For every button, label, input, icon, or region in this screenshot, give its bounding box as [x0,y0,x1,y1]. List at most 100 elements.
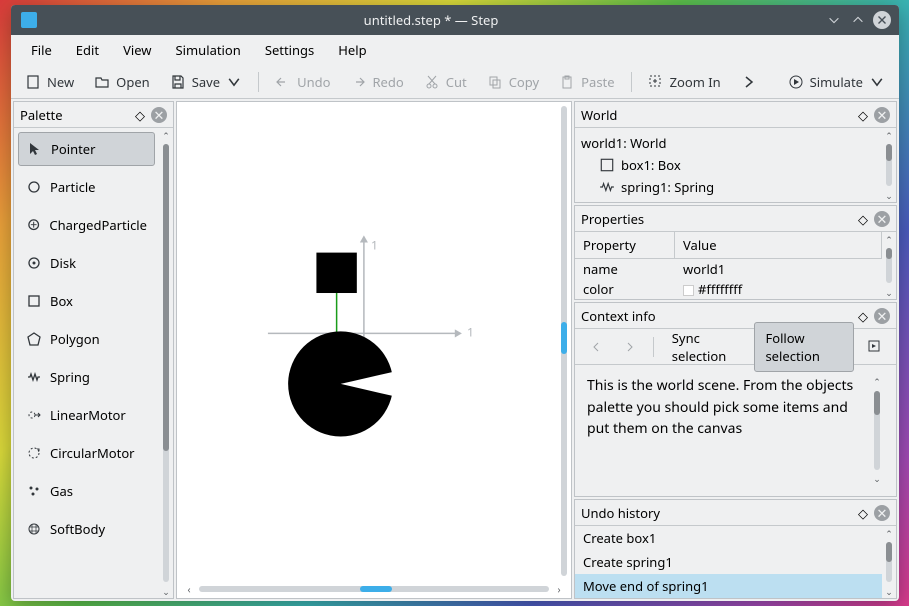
float-icon[interactable]: ◇ [855,211,871,227]
palette-item-disk[interactable]: Disk [18,246,155,280]
simulate-button[interactable]: Simulate [780,69,893,95]
close-icon[interactable]: ✕ [874,211,890,227]
save-button[interactable]: Save [162,69,250,95]
palette-item-polygon[interactable]: Polygon [18,322,155,356]
maximize-button[interactable] [849,11,867,29]
object-box1[interactable] [316,253,356,293]
scroll-up-icon[interactable]: ⌃ [882,526,896,540]
circular-motor-icon [26,445,42,461]
scroll-down-icon[interactable]: ⌄ [159,584,173,598]
save-label: Save [192,73,220,91]
menu-view[interactable]: View [111,36,163,64]
paste-icon [559,74,575,90]
paste-label: Paste [581,73,614,91]
toolbar-overflow-button[interactable] [733,70,765,94]
undo-title: Undo history [581,504,852,522]
titlebar[interactable]: untitled.step * — Step [11,5,899,35]
palette-item-spring[interactable]: Spring [18,360,155,394]
cut-button[interactable]: Cut [416,69,475,95]
scroll-down-icon[interactable]: ⌄ [882,285,896,299]
palette-item-box[interactable]: Box [18,284,155,318]
chevron-down-icon[interactable] [869,74,885,90]
context-scrollbar[interactable]: ⌃ ⌄ [870,375,884,486]
new-icon [25,74,41,90]
new-button[interactable]: New [17,69,82,95]
close-icon[interactable]: ✕ [874,505,890,521]
close-icon[interactable]: ✕ [151,107,167,123]
scroll-left-icon[interactable]: ‹ [183,582,195,596]
copy-button[interactable]: Copy [479,69,547,95]
zoom-in-icon [648,74,664,90]
close-icon[interactable]: ✕ [874,308,890,324]
undo-scrollbar[interactable]: ⌃ ⌄ [882,526,896,598]
menu-simulation[interactable]: Simulation [164,36,253,64]
palette-item-soft-body[interactable]: SoftBody [18,512,155,546]
scroll-up-icon[interactable]: ⌃ [882,232,896,246]
property-row[interactable]: name world1 [575,259,882,279]
zoom-in-button[interactable]: Zoom In [640,69,729,95]
disk-icon [26,255,42,271]
palette-item-pointer[interactable]: Pointer [18,132,155,166]
sync-selection-button[interactable]: Sync selection [662,323,751,371]
object-disk[interactable] [288,331,394,436]
context-toolbar: Sync selection Follow selection [575,329,896,365]
scroll-down-icon[interactable]: ⌄ [882,188,896,202]
tree-item-spring1[interactable]: spring1: Spring [581,176,876,198]
chevron-down-icon[interactable] [226,74,242,90]
palette-item-linear-motor[interactable]: LinearMotor [18,398,155,432]
float-icon[interactable]: ◇ [855,505,871,521]
palette-label: SoftBody [50,520,105,538]
tree-item-world[interactable]: world1: World [581,132,876,154]
world-scrollbar[interactable]: ⌃ ⌄ [882,128,896,202]
undo-header: Undo history ◇ ✕ [575,500,896,526]
open-button[interactable]: Open [86,69,158,95]
main-toolbar: New Open Save Undo Redo Cut Copy [11,65,899,99]
float-icon[interactable]: ◇ [855,107,871,123]
scroll-down-icon[interactable]: ⌄ [882,584,896,598]
properties-scrollbar[interactable]: ⌃ ⌄ [882,232,896,299]
canvas-v-scrollbar[interactable] [561,106,569,576]
zoom-in-label: Zoom In [670,73,721,91]
play-icon [788,74,804,90]
redo-button[interactable]: Redo [342,69,411,95]
scroll-up-icon[interactable]: ⌃ [870,375,884,389]
canvas-h-scrollbar[interactable]: ‹ › [177,580,571,598]
undo-item[interactable]: Move end of spring1 [575,574,882,598]
minimize-button[interactable] [825,11,843,29]
float-icon[interactable]: ◇ [855,308,871,324]
back-button[interactable] [581,332,611,362]
undo-icon [275,74,291,90]
paste-button[interactable]: Paste [551,69,622,95]
palette-label: CircularMotor [50,444,135,462]
axis-x-label: 1 [467,323,474,340]
palette-scrollbar[interactable]: ⌃ ⌄ [159,128,173,598]
forward-button[interactable] [615,332,645,362]
undo-button[interactable]: Undo [267,69,338,95]
menu-settings[interactable]: Settings [253,36,326,64]
scroll-up-icon[interactable]: ⌃ [882,128,896,142]
scroll-down-icon[interactable]: ⌄ [870,472,884,486]
property-row[interactable]: color #ffffffff [575,279,882,299]
close-icon[interactable]: ✕ [874,107,890,123]
follow-selection-button[interactable]: Follow selection [754,322,854,372]
tree-item-box1[interactable]: box1: Box [581,154,876,176]
palette-item-gas[interactable]: Gas [18,474,155,508]
world-tree[interactable]: world1: World box1: Box spring1: Spring [575,128,882,202]
palette-item-particle[interactable]: Particle [18,170,155,204]
menu-file[interactable]: File [19,36,64,64]
scroll-up-icon[interactable]: ⌃ [159,128,173,142]
particle-icon [26,179,42,195]
execute-button[interactable] [858,332,890,362]
close-button[interactable] [873,11,891,29]
undo-item[interactable]: Create box1 [575,526,882,550]
menu-help[interactable]: Help [326,36,378,64]
palette-item-circular-motor[interactable]: CircularMotor [18,436,155,470]
scroll-right-icon[interactable]: › [553,582,565,596]
menu-edit[interactable]: Edit [64,36,111,64]
palette-item-charged-particle[interactable]: ChargedParticle [18,208,155,242]
undo-item[interactable]: Create spring1 [575,550,882,574]
canvas[interactable]: 1 1 ‹ › [176,101,572,599]
float-icon[interactable]: ◇ [132,107,148,123]
redo-icon [350,74,366,90]
palette-label: Disk [50,254,76,272]
